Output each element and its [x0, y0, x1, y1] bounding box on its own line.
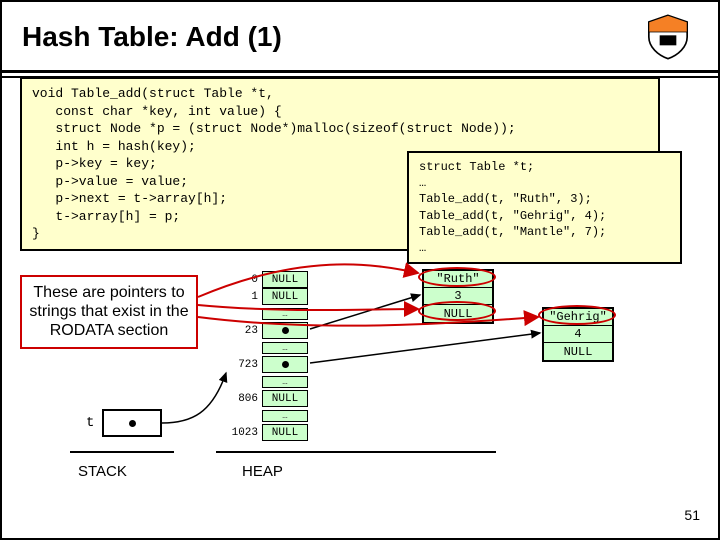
stack-label: STACK — [78, 463, 127, 480]
annotation-box: These are pointers to strings that exist… — [20, 275, 198, 349]
title-bar: Hash Table: Add (1) — [2, 2, 718, 73]
stack-var-label: t — [86, 415, 94, 431]
bucket-ellipsis: … — [262, 308, 308, 320]
bucket-cell-ptr — [262, 322, 308, 339]
highlight-oval-icon — [418, 301, 496, 321]
bucket-cell-ptr — [262, 356, 308, 373]
slide: Hash Table: Add (1) void Table_add(struc… — [0, 0, 720, 540]
code-calls: struct Table *t; … Table_add(t, "Ruth", … — [407, 151, 682, 264]
stack-separator — [70, 451, 174, 453]
page-number: 51 — [684, 507, 700, 523]
bucket-cell: NULL — [262, 424, 308, 441]
bucket-index: 1023 — [230, 427, 262, 439]
pointer-dot-icon — [282, 361, 289, 368]
bucket-index: 1 — [230, 291, 262, 303]
hash-array: 0NULL 1NULL … 23 … 723 … 806NULL … 1023N… — [230, 271, 308, 441]
bucket-cell: NULL — [262, 390, 308, 407]
pointer-dot-icon — [129, 420, 136, 427]
node-next: NULL — [544, 343, 612, 360]
node-value: 4 — [544, 326, 612, 343]
highlight-oval-icon — [418, 267, 496, 287]
pointer-dot-icon — [282, 327, 289, 334]
bucket-ellipsis: … — [262, 376, 308, 388]
bucket-index: 0 — [230, 274, 262, 286]
bucket-cell: NULL — [262, 288, 308, 305]
bucket-index: 23 — [230, 325, 262, 337]
heap-separator — [216, 451, 496, 453]
princeton-crest-icon — [638, 12, 698, 62]
bucket-ellipsis: … — [262, 342, 308, 354]
bucket-ellipsis: … — [262, 410, 308, 422]
highlight-oval-icon — [538, 305, 616, 325]
heap-label: HEAP — [242, 463, 283, 480]
bucket-index: 723 — [230, 359, 262, 371]
bucket-index: 806 — [230, 393, 262, 405]
slide-title: Hash Table: Add (1) — [22, 21, 282, 53]
content-area: void Table_add(struct Table *t, const ch… — [2, 73, 718, 533]
stack-var-box — [102, 409, 162, 437]
bucket-cell: NULL — [262, 271, 308, 288]
